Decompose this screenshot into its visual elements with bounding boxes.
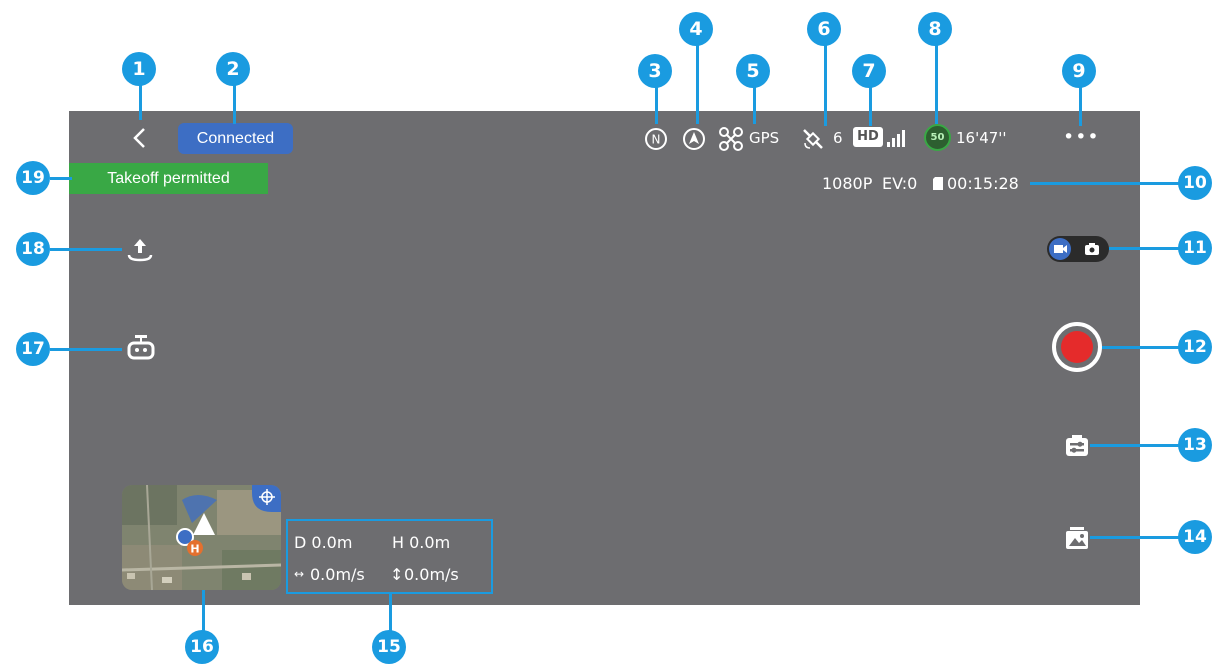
takeoff-permitted-banner: Takeoff permitted — [69, 163, 268, 194]
signal-bars-icon — [887, 130, 905, 147]
callout-4: 4 — [679, 12, 713, 46]
callout-1: 1 — [122, 52, 156, 86]
callout-line-18 — [50, 248, 122, 251]
vertical-speed-readout: 0.0m/s — [404, 565, 459, 584]
callout-line-19 — [50, 177, 72, 180]
distance-readout: D 0.0m — [294, 533, 353, 552]
callout-5: 5 — [736, 54, 770, 88]
svg-text:N: N — [652, 133, 661, 147]
gallery-icon[interactable] — [1064, 526, 1090, 550]
video-camera-icon — [1054, 245, 1067, 253]
callout-17: 17 — [16, 332, 50, 366]
takeoff-icon[interactable] — [125, 236, 155, 264]
connection-status-badge[interactable]: Connected — [178, 123, 293, 154]
gps-label: GPS — [749, 129, 780, 147]
svg-text:H: H — [190, 543, 199, 556]
video-resolution: 1080P — [822, 174, 873, 193]
callout-line-4 — [696, 44, 699, 124]
callout-13: 13 — [1178, 428, 1212, 462]
callout-8: 8 — [918, 12, 952, 46]
telemetry-panel: D 0.0m H 0.0m ↔ 0.0m/s ↕ 0.0m/s — [286, 519, 493, 594]
callout-line-3 — [655, 86, 658, 124]
record-dot-icon — [1061, 331, 1093, 363]
callout-6: 6 — [807, 12, 841, 46]
exposure-value: EV:0 — [882, 174, 918, 193]
callout-11: 11 — [1178, 231, 1212, 265]
horizontal-speed-readout: 0.0m/s — [310, 565, 365, 584]
callout-line-5 — [753, 86, 756, 124]
minimap[interactable]: H — [122, 485, 281, 590]
back-chevron-icon[interactable] — [130, 126, 150, 150]
north-compass-icon: N — [645, 128, 667, 150]
callout-line-11 — [1109, 247, 1180, 250]
callout-line-8 — [935, 44, 938, 124]
callout-line-1 — [139, 84, 142, 120]
battery-icon: 50 — [924, 124, 951, 151]
height-readout: H 0.0m — [392, 533, 451, 552]
callout-line-14 — [1090, 536, 1180, 539]
vertical-speed-icon: ↕ — [390, 565, 404, 584]
callout-12: 12 — [1178, 330, 1212, 364]
more-menu-button[interactable]: ••• — [1063, 126, 1100, 148]
callout-line-6 — [824, 44, 827, 126]
satellite-count: 6 — [833, 129, 843, 147]
callout-14: 14 — [1178, 520, 1212, 554]
sd-card-icon — [933, 177, 943, 190]
callout-19: 19 — [16, 161, 50, 195]
callout-line-12 — [1102, 346, 1180, 349]
navigation-arrow-icon — [683, 128, 705, 150]
callout-7: 7 — [852, 54, 886, 88]
flight-time-remaining: 16'47'' — [956, 129, 1007, 147]
callout-line-2 — [233, 84, 236, 124]
callout-3: 3 — [638, 54, 672, 88]
callout-line-7 — [869, 86, 872, 126]
callout-10: 10 — [1178, 166, 1212, 200]
callout-2: 2 — [216, 52, 250, 86]
horizontal-speed-icon: ↔ — [294, 567, 305, 581]
video-photo-mode-toggle[interactable] — [1047, 236, 1109, 262]
photo-camera-icon — [1085, 243, 1099, 255]
callout-16: 16 — [185, 630, 219, 664]
hd-icon: HD — [853, 127, 883, 147]
satellite-map-image: H — [122, 485, 281, 590]
camera-settings-icon[interactable] — [1064, 434, 1090, 458]
drone-front-icon[interactable] — [124, 333, 158, 363]
record-button[interactable] — [1052, 322, 1102, 372]
callout-line-9 — [1079, 86, 1082, 126]
callout-line-17 — [50, 348, 122, 351]
callout-line-10 — [1030, 182, 1180, 185]
satellite-icon — [803, 129, 823, 149]
callout-15: 15 — [372, 630, 406, 664]
callout-9: 9 — [1062, 54, 1096, 88]
callout-18: 18 — [16, 232, 50, 266]
callout-line-13 — [1090, 444, 1180, 447]
drone-icon — [719, 127, 743, 151]
record-time-remaining: 00:15:28 — [947, 174, 1019, 193]
